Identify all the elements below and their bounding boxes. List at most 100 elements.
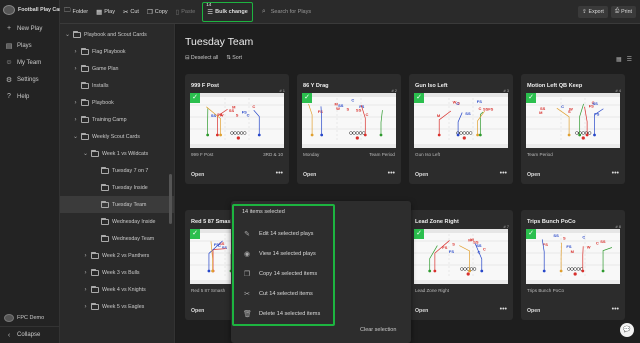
more-options-icon[interactable]: ••• bbox=[276, 170, 283, 177]
selection-count: 14 items selected bbox=[242, 209, 285, 215]
nav-item-settings[interactable]: ⚙ Settings bbox=[0, 71, 59, 88]
tree-item[interactable]: › Flag Playbook bbox=[60, 43, 126, 60]
svg-text:SS: SS bbox=[465, 111, 471, 116]
page-title: Tuesday Team bbox=[185, 36, 254, 48]
bulk-menu-item[interactable]: ✎ Edit 14 selected plays bbox=[235, 225, 335, 243]
tree-item[interactable]: › Week 2 vs Panthers bbox=[60, 247, 149, 264]
folder-icon bbox=[91, 251, 99, 259]
deselect-all-button[interactable]: ⊟ Deselect all bbox=[185, 55, 218, 61]
more-options-icon[interactable]: ••• bbox=[612, 170, 619, 177]
new-folder-button[interactable]: 🗀 Folder bbox=[60, 4, 92, 20]
checkbox-checked-icon[interactable]: ✓ bbox=[302, 93, 312, 103]
tree-item[interactable]: › Week 3 vs Bulls bbox=[60, 264, 140, 281]
cut-button[interactable]: ✂ Cut bbox=[119, 4, 143, 20]
tree-item[interactable]: ⌄ Week 1 vs Wildcats bbox=[60, 145, 148, 162]
play-card[interactable]: Lead Zone Right # 7 FS SS W M S C FS SS C ✓ Lead Zon… bbox=[409, 210, 513, 320]
tree-item-label: Installs bbox=[92, 82, 109, 89]
deselect-all-label: Deselect all bbox=[190, 55, 219, 61]
checkbox-checked-icon[interactable]: ✓ bbox=[414, 229, 424, 239]
tree-item[interactable]: ⌄ Playbook and Scout Cards bbox=[60, 26, 147, 43]
tree-item[interactable]: › Game Plan bbox=[60, 60, 119, 77]
grid-view-icon[interactable]: ▦ bbox=[616, 56, 622, 63]
print-button[interactable]: ⎙ Print bbox=[610, 5, 636, 18]
nav-item-help[interactable]: ? Help bbox=[0, 88, 59, 105]
checkbox-checked-icon[interactable]: ✓ bbox=[526, 93, 536, 103]
tree-item-label: Playbook bbox=[92, 99, 114, 106]
play-card[interactable]: Trips Bunch PoCo # 8 FS SS W M S C FS SS C ✓ Trips B… bbox=[521, 210, 625, 320]
org-switcher[interactable]: FPC Demo bbox=[0, 310, 60, 326]
tree-item[interactable]: › Training Camp bbox=[60, 111, 127, 128]
more-options-icon[interactable]: ••• bbox=[388, 170, 395, 177]
folder-icon bbox=[81, 98, 89, 106]
list-view-icon[interactable]: ☰ bbox=[627, 56, 632, 63]
play-card[interactable]: Motion Left QB Keep # 4 FS SS W M S C FS SS C ✓ Team… bbox=[521, 74, 625, 184]
chevron-down-icon: ⌄ bbox=[64, 32, 71, 38]
svg-text:W: W bbox=[587, 244, 591, 249]
tree-item[interactable]: Wednesday Inside bbox=[60, 213, 155, 230]
nav-label: Plays bbox=[17, 42, 32, 49]
tree-item-label: Week 2 vs Panthers bbox=[102, 252, 150, 259]
tree-item[interactable]: Wednesday Team bbox=[60, 230, 154, 247]
chevron-right-icon: › bbox=[74, 116, 77, 123]
tree-item[interactable]: Tuesday Inside bbox=[60, 179, 148, 196]
search-box[interactable]: ⌕ Search for Plays bbox=[262, 4, 352, 20]
open-button[interactable]: Open bbox=[415, 308, 428, 314]
svg-text:FS: FS bbox=[318, 109, 323, 114]
open-button[interactable]: Open bbox=[303, 172, 316, 178]
play-card[interactable]: Gun Iso Left # 3 FS SS W M S C FS SS C ✓ Gun Iso Lef… bbox=[409, 74, 513, 184]
collapse-button[interactable]: ‹ Collapse bbox=[0, 326, 60, 343]
paste-button[interactable]: ▯ Paste bbox=[172, 4, 200, 20]
sort-button[interactable]: ⇅ Sort bbox=[226, 55, 242, 61]
folder-icon bbox=[91, 149, 99, 157]
cut-label: Cut bbox=[130, 8, 139, 15]
clear-selection-button[interactable]: Clear selection bbox=[360, 327, 396, 333]
export-label: Export bbox=[588, 8, 604, 15]
tree-item[interactable]: Tuesday 7 on 7 bbox=[60, 162, 148, 179]
open-button[interactable]: Open bbox=[191, 172, 204, 178]
play-diagram: FSSSWMSCFSSSC✓ bbox=[526, 229, 620, 284]
export-button[interactable]: ⇪ Export bbox=[578, 5, 608, 18]
folder-icon bbox=[101, 166, 109, 174]
tree-item[interactable]: ⌄ Weekly Scout Cards bbox=[60, 128, 140, 145]
play-card[interactable]: 86 Y Drag # 2 FS SS W M S C FS SS C ✓ Monday Team Per… bbox=[297, 74, 401, 184]
checkbox-checked-icon[interactable]: ✓ bbox=[414, 93, 424, 103]
svg-text:C: C bbox=[365, 112, 368, 117]
tree-scrollbar[interactable] bbox=[169, 174, 172, 224]
copy-button[interactable]: ❐ Copy bbox=[143, 4, 172, 20]
bulk-menu-item[interactable]: 🗑 Delete 14 selected items bbox=[235, 305, 335, 323]
tree-item[interactable]: › Week 4 vs Knights bbox=[60, 281, 146, 298]
more-options-icon[interactable]: ••• bbox=[500, 306, 507, 313]
open-button[interactable]: Open bbox=[527, 172, 540, 178]
svg-text:C: C bbox=[483, 246, 486, 251]
bulk-menu-item[interactable]: ✂ Cut 14 selected items bbox=[235, 285, 335, 303]
bulk-menu-label: View 14 selected plays bbox=[259, 251, 316, 257]
nav-item-plays[interactable]: ▤ Plays bbox=[0, 37, 59, 54]
new-play-button[interactable]: ▦ Play bbox=[92, 4, 119, 20]
tree-item[interactable]: › Week 5 vs Eagles bbox=[60, 298, 144, 315]
checkbox-checked-icon[interactable]: ✓ bbox=[190, 229, 200, 239]
open-button[interactable]: Open bbox=[191, 308, 204, 314]
bulk-menu-item[interactable]: ◉ View 14 selected plays bbox=[235, 245, 335, 263]
copy-icon: ❐ bbox=[243, 271, 251, 278]
chat-bubble-icon[interactable]: 💬 bbox=[620, 323, 634, 337]
checkbox-checked-icon[interactable]: ✓ bbox=[190, 93, 200, 103]
bulk-change-label: Bulk change bbox=[215, 8, 248, 15]
tree-item[interactable]: Tuesday Team bbox=[60, 196, 174, 213]
tree-item[interactable]: › Playbook bbox=[60, 94, 114, 111]
tree-item[interactable]: Installs bbox=[60, 77, 109, 94]
search-input[interactable]: Search for Plays bbox=[271, 9, 311, 15]
bulk-change-button[interactable]: 14 ☰ Bulk change bbox=[202, 1, 253, 22]
nav-item-new-play[interactable]: + New Play bbox=[0, 20, 59, 37]
open-button[interactable]: Open bbox=[415, 172, 428, 178]
folder-icon bbox=[81, 115, 89, 123]
more-options-icon[interactable]: ••• bbox=[612, 306, 619, 313]
checkbox-checked-icon[interactable]: ✓ bbox=[526, 229, 536, 239]
app-window: { "app": {"name": "Football Play Card"},… bbox=[0, 0, 640, 343]
nav-item-my-team[interactable]: ☺ My Team bbox=[0, 54, 59, 71]
open-button[interactable]: Open bbox=[527, 308, 540, 314]
svg-text:SS: SS bbox=[600, 239, 606, 244]
bulk-menu-item[interactable]: ❐ Copy 14 selected items bbox=[235, 265, 335, 283]
play-card[interactable]: 999 F Post # 1 FS SS W M S C FS SS C ✓ 999 F Post 3RD… bbox=[185, 74, 289, 184]
svg-text:FS: FS bbox=[449, 249, 454, 254]
more-options-icon[interactable]: ••• bbox=[500, 170, 507, 177]
